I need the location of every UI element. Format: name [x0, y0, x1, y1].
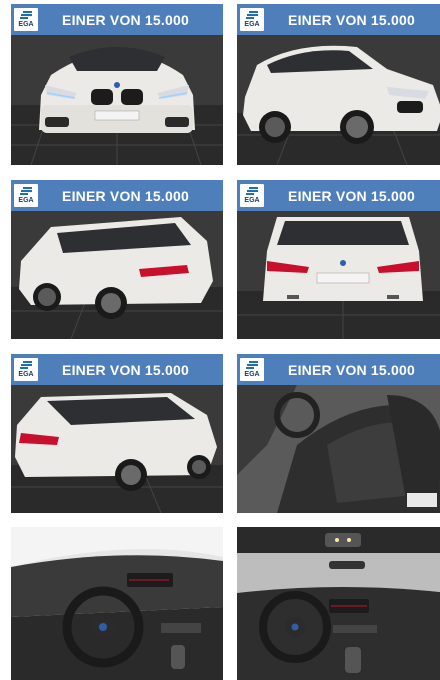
gallery-tile-cockpit-left[interactable]: [11, 527, 223, 680]
ega-logo-text: EGA: [244, 371, 260, 378]
promo-headline: EINER VON 15.000: [288, 11, 415, 28]
gallery-tile-rear[interactable]: EGA EINER VON 15.000: [237, 180, 440, 339]
ega-logo-text: EGA: [244, 197, 260, 204]
ega-logo: EGA: [240, 358, 264, 381]
promo-banner: EGA EINER VON 15.000: [237, 4, 440, 35]
car-photo-rear: [237, 211, 440, 339]
promo-headline: EINER VON 15.000: [62, 187, 189, 204]
car-photo-cockpit-center: [237, 527, 440, 680]
promo-banner: EGA EINER VON 15.000: [237, 180, 440, 211]
ega-logo: EGA: [14, 8, 38, 31]
car-photo-front: [11, 35, 223, 165]
promo-banner: EGA EINER VON 15.000: [11, 180, 223, 211]
photo-gallery: EGA EINER VON 15.000 EGA EINER VON 15.00…: [0, 0, 440, 680]
car-photo-rear-three-quarter-right: [11, 385, 223, 513]
promo-headline: EINER VON 15.000: [62, 361, 189, 378]
car-photo-cockpit-left: [11, 527, 223, 680]
promo-headline: EINER VON 15.000: [288, 361, 415, 378]
car-photo-rear-three-quarter-left: [11, 211, 223, 339]
gallery-tile-front[interactable]: EGA EINER VON 15.000: [11, 4, 223, 165]
gallery-tile-rear-three-quarter-right[interactable]: EGA EINER VON 15.000: [11, 354, 223, 513]
ega-logo-text: EGA: [244, 21, 260, 28]
ega-logo-text: EGA: [18, 197, 34, 204]
car-photo-front-three-quarter: [237, 35, 440, 165]
gallery-tile-front-seats[interactable]: EGA EINER VON 15.000: [237, 354, 440, 513]
ega-logo: EGA: [14, 358, 38, 381]
promo-headline: EINER VON 15.000: [62, 11, 189, 28]
car-photo-front-seats: [237, 385, 440, 513]
ega-logo-text: EGA: [18, 21, 34, 28]
promo-banner: EGA EINER VON 15.000: [11, 4, 223, 35]
ega-logo-text: EGA: [18, 371, 34, 378]
promo-headline: EINER VON 15.000: [288, 187, 415, 204]
gallery-tile-cockpit-center[interactable]: [237, 527, 440, 680]
ega-logo: EGA: [240, 8, 264, 31]
promo-banner: EGA EINER VON 15.000: [237, 354, 440, 385]
ega-logo: EGA: [14, 184, 38, 207]
ega-logo: EGA: [240, 184, 264, 207]
gallery-tile-rear-three-quarter-left[interactable]: EGA EINER VON 15.000: [11, 180, 223, 339]
promo-banner: EGA EINER VON 15.000: [11, 354, 223, 385]
gallery-tile-front-three-quarter[interactable]: EGA EINER VON 15.000: [237, 4, 440, 165]
